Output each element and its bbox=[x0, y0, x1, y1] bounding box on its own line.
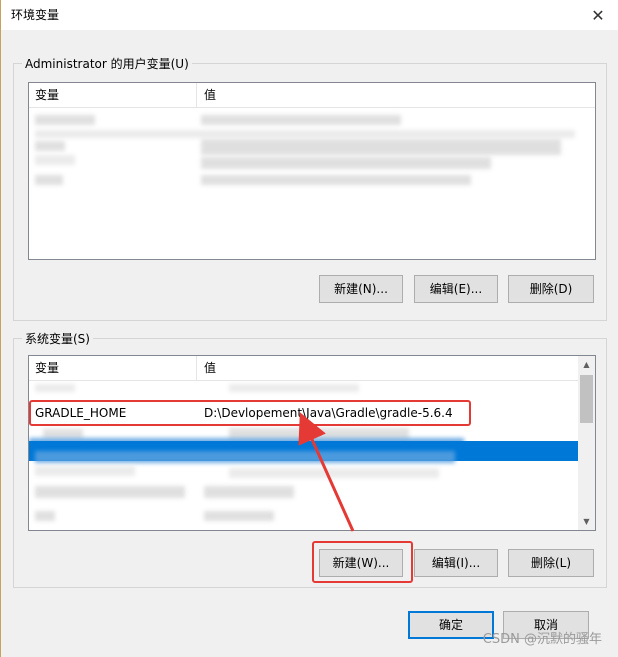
system-variables-list[interactable]: 变量 值 GRADLE_HOME D:\Devlopement\Java\Gra… bbox=[28, 355, 596, 531]
system-list-header: 变量 值 bbox=[29, 356, 578, 381]
user-new-button[interactable]: 新建(N)... bbox=[319, 275, 403, 303]
column-header-value[interactable]: 值 bbox=[198, 83, 216, 108]
redacted-row[interactable] bbox=[35, 130, 575, 138]
redacted-value bbox=[204, 511, 274, 521]
title-bar: 环境变量 ✕ bbox=[1, 0, 618, 30]
redacted-row[interactable] bbox=[35, 466, 135, 476]
redacted-row[interactable] bbox=[35, 175, 63, 185]
watermark: CSDN @沉默的骚年 bbox=[482, 632, 602, 647]
system-variables-label: 系统变量(S) bbox=[22, 330, 93, 347]
redacted-row[interactable] bbox=[35, 141, 65, 151]
user-variables-label: Administrator 的用户变量(U) bbox=[22, 55, 192, 72]
redacted-value bbox=[229, 384, 359, 392]
user-variables-list[interactable]: 变量 值 bbox=[28, 82, 596, 260]
ok-button[interactable]: 确定 bbox=[408, 611, 494, 639]
system-edit-button[interactable]: 编辑(I)... bbox=[414, 549, 498, 577]
variable-name-cell: GRADLE_HOME bbox=[35, 406, 127, 420]
system-variables-group: 系统变量(S) 变量 值 GRADLE_HOME D:\Devlopement\… bbox=[13, 330, 607, 588]
user-edit-button[interactable]: 编辑(E)... bbox=[414, 275, 498, 303]
user-delete-button[interactable]: 删除(D) bbox=[508, 275, 594, 303]
user-list-header: 变量 值 bbox=[29, 83, 595, 108]
redacted-value bbox=[204, 486, 294, 498]
redacted-value bbox=[229, 468, 439, 478]
redacted-value bbox=[201, 175, 471, 185]
table-row-gradle-home[interactable]: GRADLE_HOME D:\Devlopement\Java\Gradle\g… bbox=[29, 403, 595, 423]
redacted-value bbox=[201, 139, 561, 155]
chevron-down-icon[interactable]: ▼ bbox=[578, 513, 595, 530]
redacted-row[interactable] bbox=[35, 486, 185, 498]
window-title: 环境变量 bbox=[11, 8, 60, 22]
close-icon[interactable]: ✕ bbox=[578, 0, 618, 30]
column-header-variable[interactable]: 变量 bbox=[29, 356, 197, 381]
column-header-value[interactable]: 值 bbox=[198, 356, 216, 381]
vertical-scrollbar[interactable]: ▲ ▼ bbox=[578, 356, 595, 530]
redacted-row[interactable] bbox=[35, 155, 75, 165]
scrollbar-thumb[interactable] bbox=[580, 375, 593, 423]
column-header-variable[interactable]: 变量 bbox=[29, 83, 197, 108]
user-variables-group: Administrator 的用户变量(U) 变量 值 新建(N)... 编辑(… bbox=[13, 55, 607, 321]
redacted-value bbox=[201, 157, 491, 169]
redacted-row[interactable] bbox=[35, 384, 75, 392]
variable-value-cell: D:\Devlopement\Java\Gradle\gradle-5.6.4 bbox=[204, 406, 453, 420]
redacted-value bbox=[35, 451, 455, 463]
chevron-up-icon[interactable]: ▲ bbox=[578, 356, 595, 373]
redacted-value bbox=[201, 115, 401, 125]
redacted-row[interactable] bbox=[35, 511, 55, 521]
system-new-button[interactable]: 新建(W)... bbox=[319, 549, 403, 577]
redacted-row[interactable] bbox=[35, 115, 95, 125]
environment-variables-dialog: 环境变量 ✕ Administrator 的用户变量(U) 变量 值 新建(N)… bbox=[0, 0, 618, 657]
system-delete-button[interactable]: 删除(L) bbox=[508, 549, 594, 577]
